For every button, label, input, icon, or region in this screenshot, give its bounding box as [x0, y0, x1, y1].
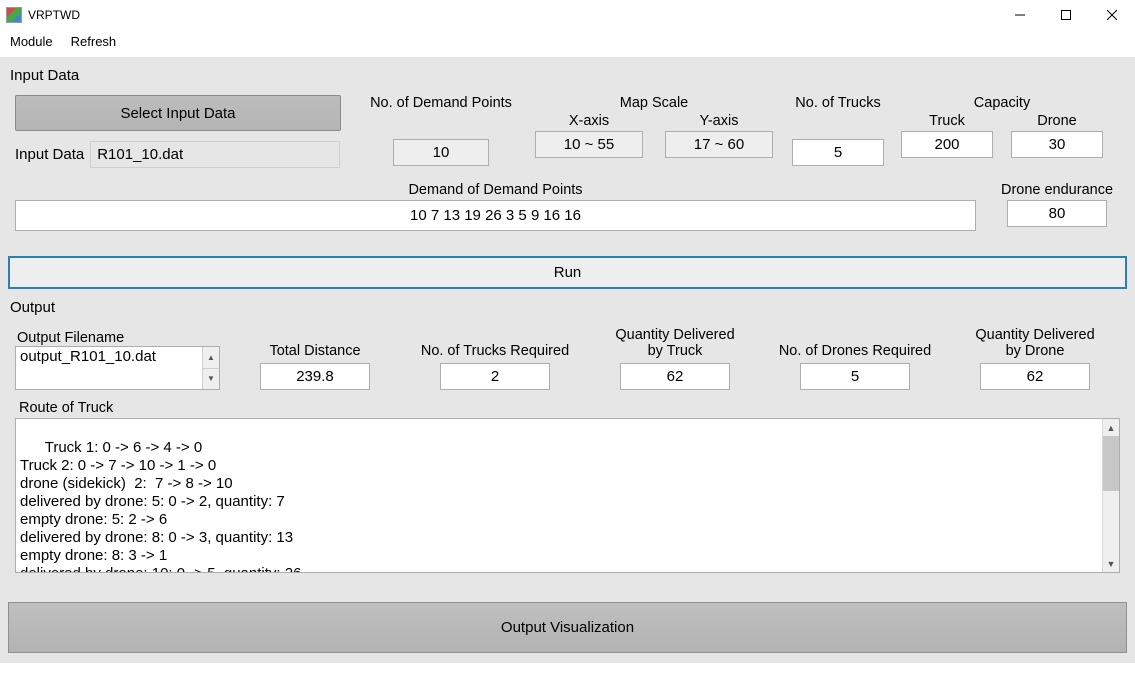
drone-endurance-field[interactable]: 80	[1007, 200, 1107, 227]
x-axis-field: 10 ~ 55	[535, 131, 643, 158]
truck-capacity-label: Truck	[929, 113, 965, 129]
drone-endurance-label: Drone endurance	[1001, 182, 1113, 198]
close-button[interactable]	[1089, 0, 1135, 30]
drone-capacity-label: Drone	[1037, 113, 1077, 129]
total-distance-label: Total Distance	[269, 343, 360, 359]
output-filename-text: output_R101_10.dat	[16, 347, 202, 389]
num-trucks-field[interactable]: 5	[792, 139, 884, 166]
qty-truck-field: 62	[620, 363, 730, 390]
input-panel: Select Input Data Input Data R101_10.dat…	[8, 88, 1127, 242]
run-button[interactable]: Run	[8, 256, 1127, 289]
client-area: Input Data Select Input Data Input Data …	[0, 57, 1135, 663]
num-trucks-label: No. of Trucks	[795, 95, 880, 117]
truck-capacity-field[interactable]: 200	[901, 131, 993, 158]
qty-truck-label: Quantity Delivered by Truck	[615, 327, 734, 359]
y-axis-field: 17 ~ 60	[665, 131, 773, 158]
spinner-down-icon[interactable]: ▼	[203, 369, 219, 390]
drones-required-field: 5	[800, 363, 910, 390]
menu-refresh[interactable]: Refresh	[71, 34, 117, 49]
spinner-up-icon[interactable]: ▲	[203, 347, 219, 369]
qty-drone-label: Quantity Delivered by Drone	[975, 327, 1094, 359]
input-group-label: Input Data	[10, 67, 1125, 84]
select-input-data-button[interactable]: Select Input Data	[15, 95, 341, 131]
input-data-field: R101_10.dat	[90, 141, 340, 168]
trucks-required-field: 2	[440, 363, 550, 390]
route-of-truck-label: Route of Truck	[19, 400, 1120, 416]
route-text: Truck 1: 0 -> 6 -> 4 -> 0 Truck 2: 0 -> …	[20, 439, 301, 573]
scroll-thumb[interactable]	[1103, 436, 1119, 491]
num-demand-points-field: 10	[393, 139, 489, 166]
output-filename-label: Output Filename	[17, 330, 124, 346]
scroll-down-icon[interactable]: ▼	[1103, 555, 1119, 572]
output-filename-field[interactable]: output_R101_10.dat ▲ ▼	[15, 346, 220, 390]
titlebar: VRPTWD	[0, 0, 1135, 30]
map-scale-label: Map Scale	[620, 95, 689, 111]
minimize-button[interactable]	[997, 0, 1043, 30]
demand-label: Demand of Demand Points	[15, 182, 976, 198]
window-title: VRPTWD	[28, 8, 80, 22]
capacity-label: Capacity	[974, 95, 1030, 111]
app-icon	[6, 7, 22, 23]
filename-spinner: ▲ ▼	[202, 347, 219, 389]
maximize-button[interactable]	[1043, 0, 1089, 30]
num-demand-points-label: No. of Demand Points	[370, 95, 512, 117]
trucks-required-label: No. of Trucks Required	[421, 343, 569, 359]
y-axis-label: Y-axis	[700, 113, 739, 129]
demand-field[interactable]: 10 7 13 19 26 3 5 9 16 16	[15, 200, 976, 231]
scroll-track[interactable]	[1103, 491, 1119, 555]
output-group-label: Output	[10, 299, 1125, 316]
total-distance-field: 239.8	[260, 363, 370, 390]
drones-required-label: No. of Drones Required	[779, 343, 931, 359]
output-visualization-button[interactable]: Output Visualization	[8, 602, 1127, 653]
scroll-up-icon[interactable]: ▲	[1103, 419, 1119, 436]
x-axis-label: X-axis	[569, 113, 609, 129]
menubar: Module Refresh	[0, 30, 1135, 57]
route-of-truck-textarea[interactable]: Truck 1: 0 -> 6 -> 4 -> 0 Truck 2: 0 -> …	[15, 418, 1120, 573]
qty-drone-field: 62	[980, 363, 1090, 390]
output-panel: Output Filename output_R101_10.dat ▲ ▼ T…	[8, 320, 1127, 584]
route-scrollbar[interactable]: ▲ ▼	[1102, 419, 1119, 572]
menu-module[interactable]: Module	[10, 34, 53, 49]
input-data-label: Input Data	[15, 146, 84, 163]
drone-capacity-field[interactable]: 30	[1011, 131, 1103, 158]
